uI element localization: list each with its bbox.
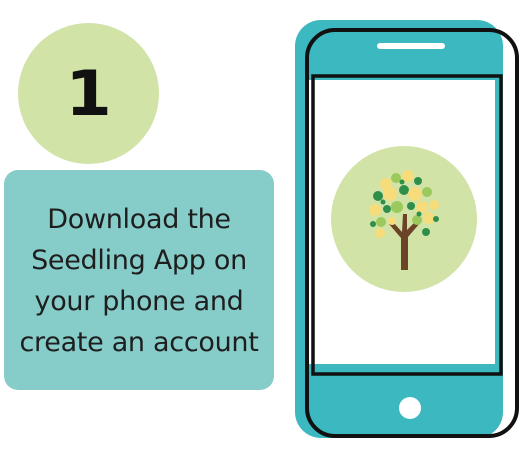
instruction-card: Download the Seedling App on your phone … [4, 170, 274, 390]
speaker-slot-icon [377, 43, 445, 49]
home-button-icon [399, 397, 421, 419]
step-number-badge: 1 [18, 23, 159, 164]
step-number: 1 [65, 56, 112, 130]
smartphone-icon [293, 18, 521, 440]
instruction-line-4: create an account [19, 327, 259, 358]
instruction-line-3: your phone and [34, 286, 244, 317]
instruction-line-1: Download the [47, 204, 231, 235]
instruction-line-2: Seedling App on [31, 245, 247, 276]
